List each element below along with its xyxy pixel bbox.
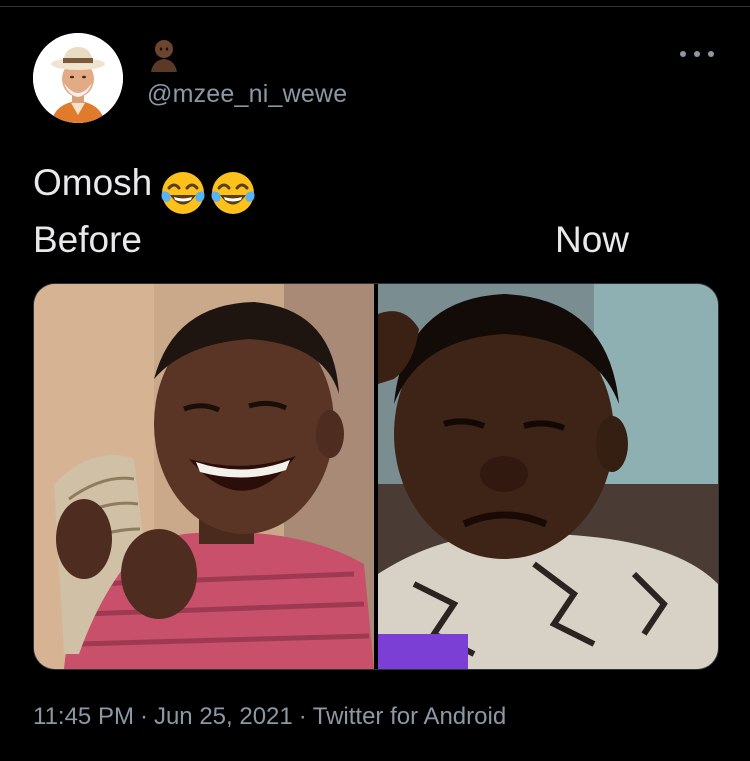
avatar[interactable]: [33, 33, 123, 123]
separator: ·: [298, 703, 307, 730]
tweet-text-omosh: Omosh: [33, 162, 153, 203]
more-dot-icon: [708, 51, 714, 57]
tweet-source[interactable]: Twitter for Android: [313, 703, 506, 730]
avatar-image: [33, 33, 123, 123]
more-dot-icon: [694, 51, 700, 57]
tweet-line-2: Before Now: [33, 211, 713, 268]
tweet-metadata: 11:45 PM · Jun 25, 2021 · Twitter for Androi…: [33, 703, 506, 731]
label-before: Before: [33, 219, 143, 260]
user-handle[interactable]: @mzee_ni_wewe: [147, 80, 347, 109]
tweet-line-1: Omosh: [33, 154, 713, 215]
tweet-text: Omosh Before Now: [33, 154, 713, 268]
media-divider: [374, 284, 378, 669]
tweet-media[interactable]: [33, 283, 719, 670]
top-divider: [0, 6, 750, 7]
more-options-button[interactable]: [676, 40, 720, 66]
more-dot-icon: [680, 51, 686, 57]
person-emoji-icon[interactable]: [147, 38, 181, 72]
media-image-before: [34, 284, 374, 669]
label-now: Now: [555, 219, 630, 260]
separator: ·: [139, 703, 148, 730]
tweet-time[interactable]: 11:45 PM: [33, 703, 134, 730]
tweet-date[interactable]: Jun 25, 2021: [154, 703, 293, 730]
media-image-now: [378, 284, 718, 669]
